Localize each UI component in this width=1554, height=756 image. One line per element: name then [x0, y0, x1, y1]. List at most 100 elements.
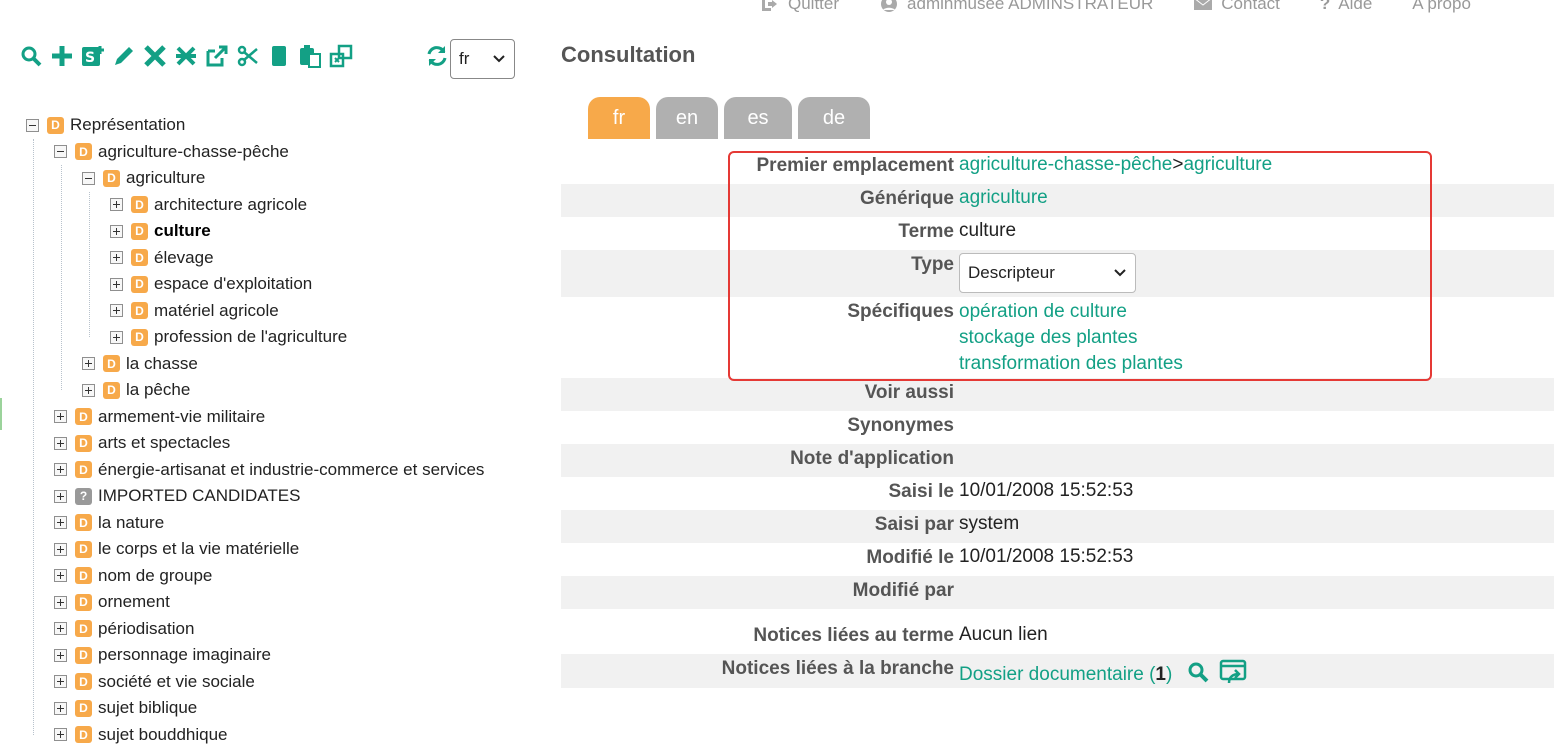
- tree-node[interactable]: Darts et spectacles: [54, 430, 230, 456]
- tree-node[interactable]: ? IMPORTED CANDIDATES: [54, 483, 300, 509]
- specifique-link[interactable]: stockage des plantes: [959, 325, 1183, 351]
- refresh-button[interactable]: [424, 42, 450, 70]
- tree-node-label[interactable]: ornement: [98, 592, 170, 612]
- expand-icon[interactable]: [54, 569, 67, 582]
- tree-node[interactable]: Dsociété et vie sociale: [54, 669, 255, 695]
- expand-icon[interactable]: [110, 251, 123, 264]
- tab-de[interactable]: de: [798, 97, 870, 139]
- expand-icon[interactable]: [54, 436, 67, 450]
- tree-node[interactable]: Dla pêche: [82, 377, 190, 403]
- expand-icon[interactable]: [54, 542, 67, 556]
- tree-node-label[interactable]: Représentation: [70, 115, 185, 135]
- expand-icon[interactable]: [110, 330, 123, 344]
- expand-icon[interactable]: [82, 383, 95, 397]
- tree-node[interactable]: Dprofession de l'agriculture: [110, 324, 347, 350]
- specifique-link[interactable]: transformation des plantes: [959, 351, 1183, 377]
- help-link[interactable]: ? Aide: [1320, 0, 1372, 14]
- tree-node[interactable]: D Représentation: [26, 112, 185, 138]
- tree-node[interactable]: Dpériodisation: [54, 616, 194, 642]
- tree-node-label[interactable]: IMPORTED CANDIDATES: [98, 486, 300, 506]
- tree-node-label[interactable]: la chasse: [126, 354, 198, 374]
- collapse-icon[interactable]: [82, 171, 95, 185]
- tree-node[interactable]: Dagriculture: [82, 165, 205, 191]
- tree-node[interactable]: Dle corps et la vie matérielle: [54, 536, 299, 562]
- dossier-documentaire-link[interactable]: Dossier documentaire (1): [959, 664, 1172, 685]
- specifique-link[interactable]: opération de culture: [959, 299, 1183, 325]
- premier-child-link[interactable]: agriculture: [1183, 154, 1272, 175]
- paste-button[interactable]: [297, 42, 323, 70]
- tree-node-label[interactable]: espace d'exploitation: [154, 274, 312, 294]
- user-link[interactable]: adminmusee ADMINSTRATEUR: [879, 0, 1153, 14]
- tree-node[interactable]: Dagriculture-chasse-pêche: [54, 139, 289, 165]
- expand-icon[interactable]: [110, 224, 123, 238]
- tree-node-label[interactable]: le corps et la vie matérielle: [98, 539, 299, 559]
- open-notices-button[interactable]: [1219, 659, 1247, 691]
- delete-button[interactable]: [142, 42, 168, 70]
- language-select[interactable]: fr: [450, 39, 515, 79]
- expand-icon[interactable]: [110, 304, 123, 317]
- tree-node[interactable]: Dsujet bouddhique: [54, 722, 228, 748]
- copy-button[interactable]: [266, 42, 292, 70]
- edit-button[interactable]: [111, 42, 137, 70]
- tree-node[interactable]: Dla chasse: [82, 351, 198, 377]
- tree-node-label[interactable]: sujet biblique: [98, 698, 197, 718]
- tree-node-label[interactable]: matériel agricole: [154, 301, 279, 321]
- tree-node-label[interactable]: architecture agricole: [154, 195, 307, 215]
- type-select[interactable]: Descripteur: [959, 253, 1136, 293]
- tree-node[interactable]: Dsujet biblique: [54, 695, 197, 721]
- collapse-icon[interactable]: [54, 145, 67, 158]
- expand-icon[interactable]: [54, 516, 67, 529]
- expand-icon[interactable]: [110, 198, 123, 211]
- collapse-icon[interactable]: [26, 118, 39, 132]
- tree-node-label[interactable]: la nature: [98, 513, 164, 533]
- add-button[interactable]: [49, 42, 75, 70]
- tree-node[interactable]: Despace d'exploitation: [110, 271, 312, 297]
- expand-icon[interactable]: [54, 595, 67, 609]
- cut-button[interactable]: [235, 42, 261, 70]
- expand-icon[interactable]: [54, 410, 67, 423]
- tab-en[interactable]: en: [656, 97, 718, 139]
- expand-icon[interactable]: [54, 675, 67, 688]
- tree-node-label[interactable]: profession de l'agriculture: [154, 327, 347, 347]
- quit-link[interactable]: Quitter: [760, 0, 839, 14]
- tree-node-label[interactable]: personnage imaginaire: [98, 645, 271, 665]
- search-notices-button[interactable]: [1186, 660, 1210, 690]
- tab-es[interactable]: es: [724, 97, 792, 139]
- tree-node-label[interactable]: armement-vie militaire: [98, 407, 265, 427]
- expand-icon[interactable]: [54, 728, 67, 741]
- tree-node[interactable]: Dmatériel agricole: [110, 298, 279, 324]
- expand-icon[interactable]: [82, 357, 95, 370]
- tree-node-label[interactable]: culture: [154, 221, 211, 241]
- tree-node-label[interactable]: agriculture-chasse-pêche: [98, 142, 289, 162]
- tree-node[interactable]: Délevage: [110, 245, 214, 271]
- expand-icon[interactable]: [54, 622, 67, 635]
- about-link[interactable]: A propo: [1412, 0, 1471, 14]
- tree-node[interactable]: Dornement: [54, 589, 170, 615]
- tree-node[interactable]: Dnom de groupe: [54, 563, 212, 589]
- expand-icon[interactable]: [54, 648, 67, 662]
- tree-node[interactable]: Dénergie-artisanat et industrie-commerce…: [54, 457, 484, 483]
- tree-node-label[interactable]: énergie-artisanat et industrie-commerce …: [98, 460, 484, 480]
- fusion-button[interactable]: [328, 42, 354, 70]
- expand-icon[interactable]: [110, 277, 123, 291]
- premier-parent-link[interactable]: agriculture-chasse-pêche: [959, 154, 1172, 175]
- add-sibling-button[interactable]: S: [80, 42, 106, 70]
- tree-node[interactable]: Darchitecture agricole: [110, 192, 307, 218]
- tree-node-label[interactable]: agriculture: [126, 168, 205, 188]
- tree-node-label[interactable]: nom de groupe: [98, 566, 212, 586]
- tree-node-label[interactable]: société et vie sociale: [98, 672, 255, 692]
- tab-fr[interactable]: fr: [588, 97, 650, 139]
- tree-node-label[interactable]: élevage: [154, 248, 214, 268]
- expand-icon[interactable]: [54, 489, 67, 503]
- tree-node[interactable]: Dpersonnage imaginaire: [54, 642, 271, 668]
- external-link-button[interactable]: [204, 42, 230, 70]
- tree-node-label[interactable]: sujet bouddhique: [98, 725, 228, 745]
- expand-icon[interactable]: [54, 701, 67, 715]
- tree-node-label[interactable]: la pêche: [126, 380, 190, 400]
- move-button[interactable]: [173, 42, 199, 70]
- expand-icon[interactable]: [54, 463, 67, 476]
- contact-link[interactable]: Contact: [1193, 0, 1280, 14]
- tree-node-label[interactable]: périodisation: [98, 619, 194, 639]
- generique-link[interactable]: agriculture: [959, 187, 1048, 208]
- tree-node[interactable]: Dla nature: [54, 510, 164, 536]
